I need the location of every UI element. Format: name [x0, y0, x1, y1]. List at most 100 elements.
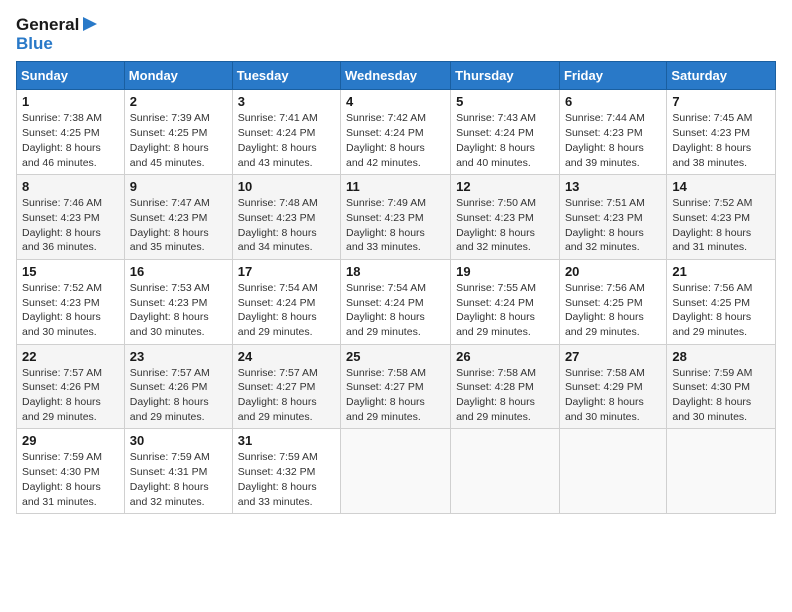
page-header: General Blue	[16, 16, 776, 53]
day-detail: Sunrise: 7:52 AMSunset: 4:23 PMDaylight:…	[22, 281, 119, 340]
day-detail: Sunrise: 7:57 AMSunset: 4:26 PMDaylight:…	[22, 366, 119, 425]
day-detail: Sunrise: 7:54 AMSunset: 4:24 PMDaylight:…	[346, 281, 445, 340]
day-detail: Sunrise: 7:47 AMSunset: 4:23 PMDaylight:…	[130, 196, 227, 255]
calendar-cell: 24Sunrise: 7:57 AMSunset: 4:27 PMDayligh…	[232, 344, 340, 429]
calendar-cell: 2 Sunrise: 7:39 AMSunset: 4:25 PMDaylight…	[124, 90, 232, 175]
calendar-cell: 28 Sunrise: 7:59 AMSunset: 4:30 PMDayligh…	[667, 344, 776, 429]
calendar-cell: 11 Sunrise: 7:49 AMSunset: 4:23 PMDayligh…	[341, 175, 451, 260]
day-number: 18	[346, 264, 445, 279]
day-number: 19	[456, 264, 554, 279]
day-detail: Sunrise: 7:56 AMSunset: 4:25 PMDaylight:…	[672, 281, 770, 340]
day-detail: Sunrise: 7:49 AMSunset: 4:23 PMDaylight:…	[346, 196, 445, 255]
calendar-cell	[667, 429, 776, 514]
day-detail: Sunrise: 7:54 AMSunset: 4:24 PMDaylight:…	[238, 281, 335, 340]
day-detail: Sunrise: 7:46 AMSunset: 4:23 PMDaylight:…	[22, 196, 119, 255]
day-number: 12	[456, 179, 554, 194]
calendar-cell: 15 Sunrise: 7:52 AMSunset: 4:23 PMDayligh…	[17, 259, 125, 344]
day-number: 8	[22, 179, 119, 194]
day-detail: Sunrise: 7:55 AMSunset: 4:24 PMDaylight:…	[456, 281, 554, 340]
calendar-cell: 17Sunrise: 7:54 AMSunset: 4:24 PMDayligh…	[232, 259, 340, 344]
calendar-cell: 29 Sunrise: 7:59 AMSunset: 4:30 PMDayligh…	[17, 429, 125, 514]
calendar-cell	[341, 429, 451, 514]
day-detail: Sunrise: 7:45 AMSunset: 4:23 PMDaylight:…	[672, 111, 770, 170]
calendar-cell: 6Sunrise: 7:44 AMSunset: 4:23 PMDaylight…	[559, 90, 666, 175]
day-detail: Sunrise: 7:57 AMSunset: 4:26 PMDaylight:…	[130, 366, 227, 425]
day-detail: Sunrise: 7:59 AMSunset: 4:31 PMDaylight:…	[130, 450, 227, 509]
day-number: 22	[22, 349, 119, 364]
logo-flag-icon	[81, 17, 99, 35]
day-number: 16	[130, 264, 227, 279]
day-number: 20	[565, 264, 661, 279]
calendar-cell	[451, 429, 560, 514]
day-detail: Sunrise: 7:58 AMSunset: 4:29 PMDaylight:…	[565, 366, 661, 425]
calendar-cell: 22 Sunrise: 7:57 AMSunset: 4:26 PMDayligh…	[17, 344, 125, 429]
calendar-cell: 1Sunrise: 7:38 AMSunset: 4:25 PMDaylight…	[17, 90, 125, 175]
day-detail: Sunrise: 7:59 AMSunset: 4:30 PMDaylight:…	[672, 366, 770, 425]
day-detail: Sunrise: 7:58 AMSunset: 4:27 PMDaylight:…	[346, 366, 445, 425]
day-number: 31	[238, 433, 335, 448]
calendar-cell: 8 Sunrise: 7:46 AMSunset: 4:23 PMDaylight…	[17, 175, 125, 260]
day-detail: Sunrise: 7:41 AMSunset: 4:24 PMDaylight:…	[238, 111, 335, 170]
column-header-thursday: Thursday	[451, 62, 560, 90]
calendar-row: 22 Sunrise: 7:57 AMSunset: 4:26 PMDayligh…	[17, 344, 776, 429]
day-number: 2	[130, 94, 227, 109]
column-header-friday: Friday	[559, 62, 666, 90]
day-number: 10	[238, 179, 335, 194]
calendar-cell: 19 Sunrise: 7:55 AMSunset: 4:24 PMDayligh…	[451, 259, 560, 344]
calendar-cell: 4Sunrise: 7:42 AMSunset: 4:24 PMDaylight…	[341, 90, 451, 175]
calendar-row: 29 Sunrise: 7:59 AMSunset: 4:30 PMDayligh…	[17, 429, 776, 514]
day-detail: Sunrise: 7:53 AMSunset: 4:23 PMDaylight:…	[130, 281, 227, 340]
day-number: 21	[672, 264, 770, 279]
calendar-cell: 20 Sunrise: 7:56 AMSunset: 4:25 PMDayligh…	[559, 259, 666, 344]
day-detail: Sunrise: 7:48 AMSunset: 4:23 PMDaylight:…	[238, 196, 335, 255]
day-number: 25	[346, 349, 445, 364]
day-number: 6	[565, 94, 661, 109]
calendar-row: 1Sunrise: 7:38 AMSunset: 4:25 PMDaylight…	[17, 90, 776, 175]
calendar-cell: 9 Sunrise: 7:47 AMSunset: 4:23 PMDaylight…	[124, 175, 232, 260]
calendar-cell: 31 Sunrise: 7:59 AMSunset: 4:32 PMDayligh…	[232, 429, 340, 514]
calendar-cell: 3 Sunrise: 7:41 AMSunset: 4:24 PMDaylight…	[232, 90, 340, 175]
day-number: 7	[672, 94, 770, 109]
day-detail: Sunrise: 7:59 AMSunset: 4:32 PMDaylight:…	[238, 450, 335, 509]
calendar-cell: 7 Sunrise: 7:45 AMSunset: 4:23 PMDaylight…	[667, 90, 776, 175]
calendar-header-row: SundayMondayTuesdayWednesdayThursdayFrid…	[17, 62, 776, 90]
logo: General Blue	[16, 16, 99, 53]
day-number: 11	[346, 179, 445, 194]
day-number: 3	[238, 94, 335, 109]
calendar-cell: 16 Sunrise: 7:53 AMSunset: 4:23 PMDayligh…	[124, 259, 232, 344]
day-number: 9	[130, 179, 227, 194]
day-number: 30	[130, 433, 227, 448]
day-number: 29	[22, 433, 119, 448]
day-number: 28	[672, 349, 770, 364]
logo: General Blue	[16, 16, 99, 53]
calendar-cell: 13 Sunrise: 7:51 AMSunset: 4:23 PMDayligh…	[559, 175, 666, 260]
day-detail: Sunrise: 7:43 AMSunset: 4:24 PMDaylight:…	[456, 111, 554, 170]
column-header-sunday: Sunday	[17, 62, 125, 90]
calendar-row: 8 Sunrise: 7:46 AMSunset: 4:23 PMDaylight…	[17, 175, 776, 260]
day-detail: Sunrise: 7:38 AMSunset: 4:25 PMDaylight:…	[22, 111, 119, 170]
calendar-cell: 12 Sunrise: 7:50 AMSunset: 4:23 PMDayligh…	[451, 175, 560, 260]
day-number: 15	[22, 264, 119, 279]
calendar-cell: 5 Sunrise: 7:43 AMSunset: 4:24 PMDaylight…	[451, 90, 560, 175]
day-number: 14	[672, 179, 770, 194]
day-detail: Sunrise: 7:56 AMSunset: 4:25 PMDaylight:…	[565, 281, 661, 340]
day-number: 5	[456, 94, 554, 109]
day-detail: Sunrise: 7:57 AMSunset: 4:27 PMDaylight:…	[238, 366, 335, 425]
day-detail: Sunrise: 7:59 AMSunset: 4:30 PMDaylight:…	[22, 450, 119, 509]
calendar-cell: 21 Sunrise: 7:56 AMSunset: 4:25 PMDayligh…	[667, 259, 776, 344]
calendar-cell: 18 Sunrise: 7:54 AMSunset: 4:24 PMDayligh…	[341, 259, 451, 344]
logo-general: General	[16, 15, 79, 34]
calendar-row: 15 Sunrise: 7:52 AMSunset: 4:23 PMDayligh…	[17, 259, 776, 344]
day-number: 26	[456, 349, 554, 364]
day-number: 4	[346, 94, 445, 109]
calendar-cell: 25 Sunrise: 7:58 AMSunset: 4:27 PMDayligh…	[341, 344, 451, 429]
column-header-tuesday: Tuesday	[232, 62, 340, 90]
day-detail: Sunrise: 7:51 AMSunset: 4:23 PMDaylight:…	[565, 196, 661, 255]
day-detail: Sunrise: 7:39 AMSunset: 4:25 PMDaylight:…	[130, 111, 227, 170]
logo-blue: Blue	[16, 34, 53, 53]
day-detail: Sunrise: 7:52 AMSunset: 4:23 PMDaylight:…	[672, 196, 770, 255]
calendar-cell: 26Sunrise: 7:58 AMSunset: 4:28 PMDayligh…	[451, 344, 560, 429]
day-number: 13	[565, 179, 661, 194]
day-detail: Sunrise: 7:50 AMSunset: 4:23 PMDaylight:…	[456, 196, 554, 255]
day-number: 27	[565, 349, 661, 364]
